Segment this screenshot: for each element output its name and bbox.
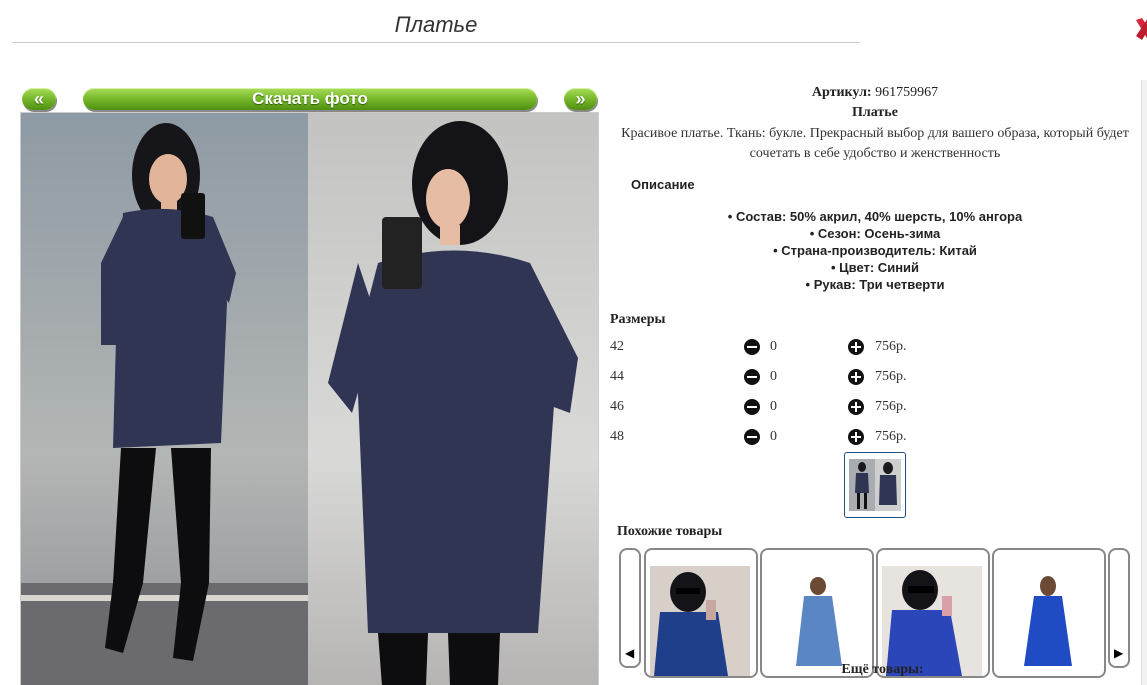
price-value: 756р. — [875, 429, 907, 444]
similar-product-card[interactable] — [760, 548, 874, 678]
sku-line: Артикул: 961759967 — [610, 85, 1140, 101]
price-value: 756р. — [875, 399, 907, 414]
similar-product-image — [766, 566, 866, 676]
quantity-value: 0 — [770, 339, 777, 354]
price-value: 756р. — [875, 339, 907, 354]
similar-product-card[interactable] — [876, 548, 990, 678]
vertical-scrollbar[interactable] — [1141, 80, 1147, 685]
minus-icon[interactable] — [744, 339, 760, 355]
sku-label: Артикул: — [811, 85, 872, 100]
similar-product-image — [882, 566, 982, 676]
minus-icon[interactable] — [744, 399, 760, 415]
feature-item: Рукав: Три четверти — [610, 276, 1140, 293]
title-divider — [12, 42, 860, 43]
product-description: Красивое платье. Ткань: букле. Прекрасны… — [621, 126, 1129, 161]
plus-icon[interactable] — [848, 369, 864, 385]
plus-icon[interactable] — [848, 429, 864, 445]
similar-product-card[interactable] — [644, 548, 758, 678]
size-row-46: 46 0 756р. — [610, 397, 1130, 417]
minus-icon[interactable] — [744, 429, 760, 445]
similar-product-card[interactable] — [992, 548, 1106, 678]
similar-product-image — [998, 566, 1098, 676]
prev-photo-button[interactable]: « — [22, 88, 56, 110]
sku-value: 961759967 — [875, 85, 939, 100]
photo-left-half — [21, 113, 308, 685]
carousel-prev-button[interactable]: ◀ — [619, 548, 641, 668]
size-row-48: 48 0 756р. — [610, 427, 1130, 447]
quantity-value: 0 — [770, 429, 777, 444]
price-value: 756р. — [875, 369, 907, 384]
feature-item: Цвет: Синий — [610, 259, 1140, 276]
photo-right-half — [308, 113, 598, 685]
size-row-42: 42 0 756р. — [610, 337, 1130, 357]
feature-item: Состав: 50% акрил, 40% шерсть, 10% ангор… — [610, 208, 1140, 225]
product-photo — [20, 112, 599, 685]
next-photo-button[interactable]: » — [564, 88, 597, 110]
minus-icon[interactable] — [744, 369, 760, 385]
feature-item: Страна-производитель: Китай — [610, 242, 1140, 259]
page-title: Платье — [394, 12, 478, 37]
size-label: 46 — [610, 399, 624, 414]
close-icon[interactable] — [1134, 16, 1147, 42]
carousel-next-button[interactable]: ▶ — [1108, 548, 1130, 668]
more-products-heading: Ещё товары: — [841, 662, 924, 677]
feature-list: Состав: 50% акрил, 40% шерсть, 10% ангор… — [610, 208, 1140, 293]
similar-products-heading: Похожие товары — [617, 524, 723, 539]
carousel-next-icon: ▶ — [1114, 646, 1124, 660]
similar-product-image — [650, 566, 750, 676]
download-photo-button[interactable]: Скачать фото — [83, 88, 537, 110]
size-row-44: 44 0 756р. — [610, 367, 1130, 387]
quantity-value: 0 — [770, 399, 777, 414]
carousel-prev-icon: ◀ — [625, 646, 635, 660]
plus-icon[interactable] — [848, 399, 864, 415]
size-label: 42 — [610, 339, 624, 354]
size-label: 48 — [610, 429, 624, 444]
product-name: Платье — [852, 105, 898, 120]
description-heading: Описание — [631, 177, 695, 192]
feature-item: Сезон: Осень-зима — [610, 225, 1140, 242]
quantity-value: 0 — [770, 369, 777, 384]
photo-thumbnail[interactable] — [844, 452, 906, 518]
size-label: 44 — [610, 369, 624, 384]
sizes-heading: Размеры — [610, 312, 666, 327]
plus-icon[interactable] — [848, 339, 864, 355]
